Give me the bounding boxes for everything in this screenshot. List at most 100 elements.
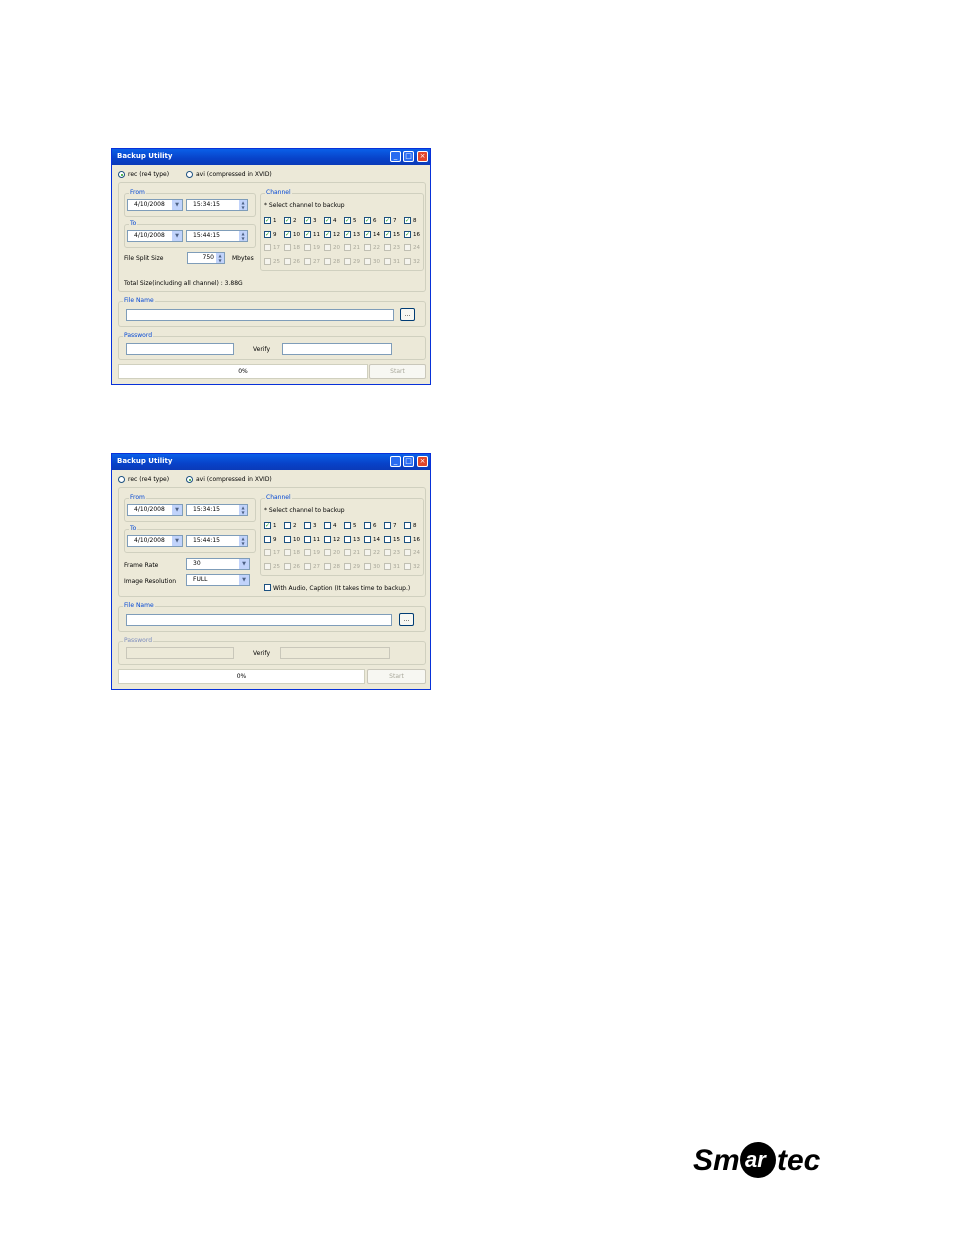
- verify-input[interactable]: [282, 343, 392, 355]
- channel-2-checkbox[interactable]: [284, 522, 291, 529]
- frame-rate-select[interactable]: 30 ▼: [186, 558, 250, 570]
- channel-10-checkbox[interactable]: ✓: [284, 230, 291, 238]
- channel-9-label: 9: [273, 536, 277, 543]
- password-input[interactable]: [126, 647, 234, 659]
- channel-11-label: 11: [313, 536, 320, 543]
- chevron-down-icon[interactable]: ▼: [239, 575, 249, 585]
- channel-11-checkbox[interactable]: [304, 535, 311, 543]
- svg-text:Sm: Sm: [693, 1144, 740, 1177]
- channel-8-checkbox[interactable]: [404, 522, 411, 529]
- channel-19-checkbox: [304, 244, 311, 251]
- channel-13-checkbox[interactable]: ✓: [344, 230, 351, 238]
- channel-1-checkbox[interactable]: ✓: [264, 217, 271, 224]
- audio-caption-checkbox[interactable]: [264, 584, 271, 591]
- channel-32-label: 32: [413, 258, 420, 265]
- start-button[interactable]: Start: [369, 364, 426, 379]
- avi-format-radio[interactable]: [186, 476, 193, 483]
- channel-15-checkbox[interactable]: [384, 535, 391, 543]
- image-resolution-select[interactable]: FULL ▼: [186, 574, 250, 586]
- channel-14-label: 14: [373, 231, 380, 238]
- from-date-picker[interactable]: 4/10/2008 ▼: [127, 199, 183, 211]
- chevron-down-icon[interactable]: ▼: [172, 231, 182, 241]
- from-date-picker[interactable]: 4/10/2008 ▼: [127, 504, 183, 516]
- channel-4-checkbox[interactable]: [324, 522, 331, 529]
- channel-9-checkbox[interactable]: ✓: [264, 230, 271, 238]
- to-time-picker[interactable]: 15:44:15 ▲ ▼: [186, 230, 248, 242]
- password-input[interactable]: [126, 343, 234, 355]
- channel-9-label: 9: [273, 231, 277, 238]
- close-button[interactable]: ×: [417, 456, 428, 467]
- chevron-down-icon[interactable]: ▼: [172, 505, 182, 515]
- maximize-button[interactable]: □: [403, 456, 414, 467]
- channel-3-checkbox[interactable]: ✓: [304, 217, 311, 224]
- channel-12-checkbox[interactable]: ✓: [324, 230, 331, 238]
- channel-6-checkbox[interactable]: ✓: [364, 217, 371, 224]
- avi-format-radio[interactable]: [186, 171, 193, 178]
- file-split-value: 750: [202, 254, 214, 261]
- channel-5-checkbox[interactable]: ✓: [344, 217, 351, 224]
- close-button[interactable]: ×: [417, 151, 428, 162]
- channel-12-label: 12: [333, 536, 340, 543]
- channel-12-label: 12: [333, 231, 340, 238]
- verify-input[interactable]: [280, 647, 390, 659]
- channel-4-checkbox[interactable]: ✓: [324, 217, 331, 224]
- channel-4-label: 4: [333, 218, 337, 224]
- channel-7-checkbox[interactable]: [384, 522, 391, 529]
- channel-13-checkbox[interactable]: [344, 535, 351, 543]
- channel-23-label: 23: [393, 550, 400, 556]
- rec-format-radio[interactable]: [118, 171, 125, 178]
- channel-15-checkbox[interactable]: ✓: [384, 230, 391, 238]
- channel-11-checkbox[interactable]: ✓: [304, 230, 311, 238]
- browse-button[interactable]: ...: [399, 613, 414, 626]
- channel-15-label: 15: [393, 231, 400, 238]
- to-date-picker[interactable]: 4/10/2008 ▼: [127, 535, 183, 547]
- channel-21-label: 21: [353, 550, 360, 556]
- start-button[interactable]: Start: [367, 669, 426, 684]
- chevron-down-icon[interactable]: ▼: [172, 536, 182, 546]
- spinner-icon[interactable]: ▲ ▼: [239, 200, 247, 210]
- channel-14-checkbox[interactable]: [364, 535, 371, 543]
- from-time-picker[interactable]: 15:34:15 ▲ ▼: [186, 199, 248, 211]
- chevron-down-icon[interactable]: ▼: [172, 200, 182, 210]
- channel-6-label: 6: [373, 218, 377, 224]
- channel-24-checkbox: [404, 549, 411, 556]
- spinner-icon[interactable]: ▲ ▼: [239, 231, 247, 241]
- to-time-picker[interactable]: 15:44:15 ▲ ▼: [186, 535, 248, 547]
- channel-6-checkbox[interactable]: [364, 522, 371, 529]
- channel-2-checkbox[interactable]: ✓: [284, 217, 291, 224]
- channel-32-checkbox: [404, 257, 411, 265]
- channel-8-checkbox[interactable]: ✓: [404, 217, 411, 224]
- minimize-button[interactable]: _: [390, 456, 401, 467]
- channel-9-checkbox[interactable]: [264, 535, 271, 543]
- channel-7-checkbox[interactable]: ✓: [384, 217, 391, 224]
- spinner-icon[interactable]: ▲ ▼: [239, 536, 247, 546]
- window-title: Backup Utility: [117, 457, 173, 465]
- from-time-picker[interactable]: 15:34:15 ▲ ▼: [186, 504, 248, 516]
- file-name-input[interactable]: [126, 614, 392, 626]
- file-split-input[interactable]: 750 ▲ ▼: [187, 252, 225, 264]
- spinner-icon[interactable]: ▲ ▼: [239, 505, 247, 515]
- rec-format-radio[interactable]: [118, 476, 125, 483]
- minimize-button[interactable]: _: [390, 151, 401, 162]
- channel-3-checkbox[interactable]: [304, 522, 311, 529]
- title-bar: Backup Utility _ □ ×: [112, 454, 430, 470]
- browse-button[interactable]: ...: [400, 308, 415, 321]
- channel-16-checkbox[interactable]: ✓: [404, 230, 411, 238]
- channel-18-label: 18: [293, 550, 300, 556]
- spinner-icon[interactable]: ▲ ▼: [216, 253, 224, 263]
- chevron-down-icon[interactable]: ▼: [239, 559, 249, 569]
- channel-17-checkbox: [264, 549, 271, 556]
- file-name-input[interactable]: [126, 309, 394, 321]
- rec-format-label: rec (re4 type): [128, 171, 170, 178]
- channel-3-label: 3: [313, 218, 317, 224]
- channel-14-checkbox[interactable]: ✓: [364, 230, 371, 238]
- channel-1-checkbox[interactable]: ✓: [264, 522, 271, 529]
- channel-5-checkbox[interactable]: [344, 522, 351, 529]
- channel-10-checkbox[interactable]: [284, 535, 291, 543]
- svg-text:ar: ar: [745, 1147, 767, 1172]
- channel-16-checkbox[interactable]: [404, 535, 411, 543]
- channel-12-checkbox[interactable]: [324, 535, 331, 543]
- maximize-button[interactable]: □: [403, 151, 414, 162]
- channel-25-label: 25: [273, 258, 280, 265]
- to-date-picker[interactable]: 4/10/2008 ▼: [127, 230, 183, 242]
